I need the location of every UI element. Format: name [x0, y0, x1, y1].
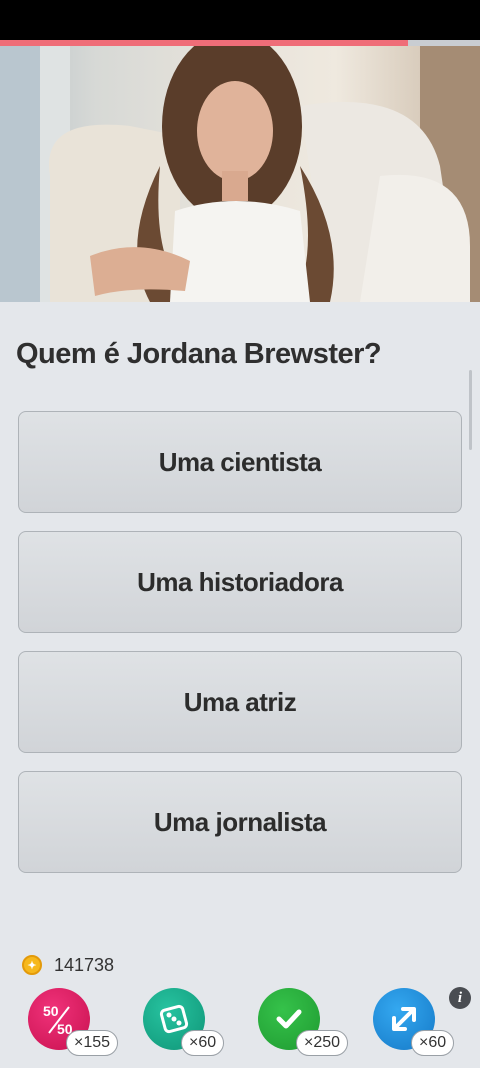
swap-question-button[interactable]: ×60 — [373, 988, 473, 1060]
answer-option-4[interactable]: Uma jornalista — [18, 771, 462, 873]
answer-list: Uma cientista Uma historiadora Uma atriz… — [18, 411, 462, 891]
question-text: Quem é Jordana Brewster? — [16, 338, 382, 370]
answer-option-1[interactable]: Uma cientista — [18, 411, 462, 513]
swap-question-count: ×60 — [411, 1030, 455, 1056]
fifty-fifty-count: ×155 — [66, 1030, 119, 1056]
correct-answer-count: ×250 — [296, 1030, 349, 1056]
photo-illustration — [0, 46, 480, 302]
fifty-fifty-button[interactable]: 50 50 ×155 — [28, 988, 128, 1060]
answer-option-2[interactable]: Uma historiadora — [18, 531, 462, 633]
coin-count: 141738 — [54, 954, 115, 975]
dice-button[interactable]: ×60 — [143, 988, 243, 1060]
question-photo — [0, 46, 480, 302]
svg-text:50: 50 — [43, 1003, 59, 1019]
coin-balance: ✦ 141738 — [22, 953, 114, 977]
coin-icon: ✦ — [22, 955, 42, 975]
status-bar — [0, 0, 480, 40]
answer-option-3[interactable]: Uma atriz — [18, 651, 462, 753]
dice-count: ×60 — [181, 1030, 225, 1056]
scrollbar[interactable] — [469, 370, 472, 450]
correct-answer-button[interactable]: ×250 — [258, 988, 358, 1060]
